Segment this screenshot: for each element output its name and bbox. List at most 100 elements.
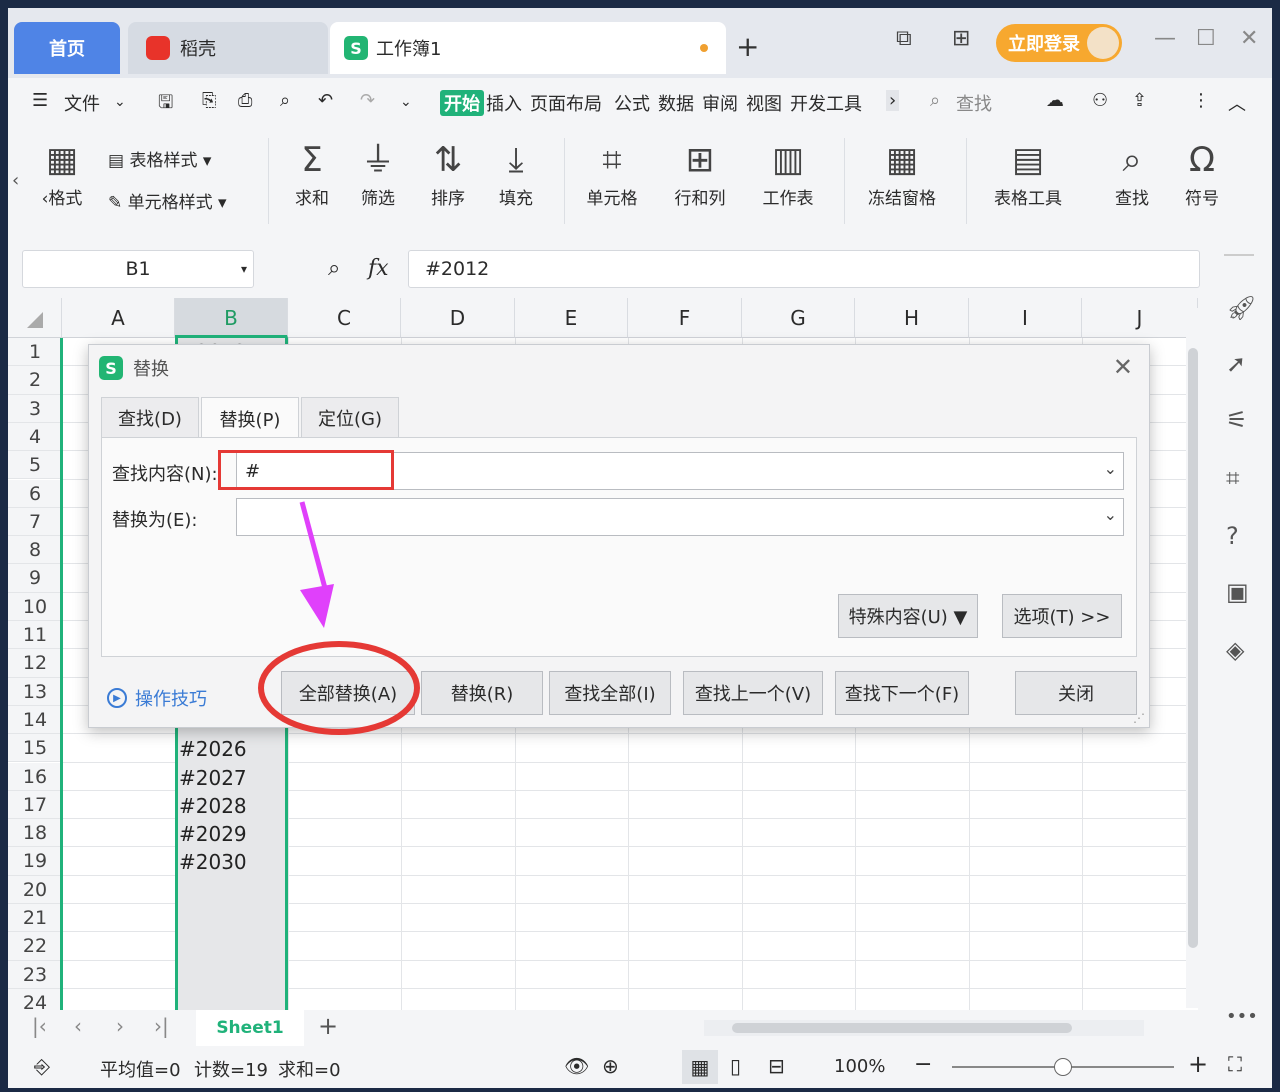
column-header[interactable]: F: [628, 298, 742, 338]
formula-input[interactable]: #2012: [408, 250, 1200, 288]
row-header[interactable]: 14: [8, 705, 62, 735]
export-icon[interactable]: ⎘: [202, 90, 216, 111]
symbol-button[interactable]: Ω 符号: [1172, 136, 1232, 209]
zoom-slider-thumb[interactable]: [1054, 1058, 1072, 1076]
name-box-dropdown-icon[interactable]: ▾: [241, 262, 247, 276]
column-header-selected[interactable]: B: [175, 298, 288, 338]
sheet-tab-active[interactable]: Sheet1: [196, 1010, 304, 1046]
select-all-corner[interactable]: [8, 298, 62, 338]
row-header[interactable]: 20: [8, 875, 62, 904]
vertical-scrollbar[interactable]: [1186, 308, 1200, 1008]
options-button[interactable]: 选项(T) >>: [1002, 594, 1122, 638]
undo-icon[interactable]: ↶: [318, 90, 333, 111]
compass-icon[interactable]: ◈: [1226, 636, 1244, 664]
chevron-down-icon[interactable]: ⌄: [1104, 505, 1117, 524]
menu-insert[interactable]: 插入: [486, 90, 522, 116]
cell-b-value[interactable]: #2027: [175, 765, 287, 793]
horizontal-scrollbar[interactable]: [704, 1020, 1144, 1036]
menu-start[interactable]: 开始: [440, 90, 484, 116]
row-header[interactable]: 6: [8, 479, 62, 508]
row-header[interactable]: 18: [8, 819, 62, 848]
column-header[interactable]: A: [62, 298, 175, 338]
chevron-down-icon[interactable]: ⌄: [1104, 459, 1117, 478]
column-header[interactable]: D: [401, 298, 515, 338]
cell-style-button[interactable]: ✎ 单元格样式 ▾: [108, 188, 227, 213]
horizontal-scroll-thumb[interactable]: [732, 1023, 1072, 1033]
column-header[interactable]: G: [742, 298, 855, 338]
cell-button[interactable]: ⌗ 单元格: [574, 136, 650, 209]
format-button[interactable]: ▦ ‹格式: [22, 136, 102, 209]
window-close-icon[interactable]: ✕: [1240, 26, 1258, 51]
rowcol-button[interactable]: ⊞ 行和列: [662, 136, 738, 209]
tab-home[interactable]: 首页: [14, 22, 120, 74]
row-header[interactable]: 23: [8, 960, 62, 989]
row-header[interactable]: 9: [8, 564, 62, 593]
column-header[interactable]: J: [1082, 298, 1198, 338]
freeze-button[interactable]: ▦ 冻结窗格: [854, 136, 950, 209]
share-icon[interactable]: ⇪: [1132, 90, 1147, 111]
find-next-button[interactable]: 查找下一个(F): [835, 671, 969, 715]
chevron-down-icon[interactable]: ⌄: [114, 94, 126, 110]
close-icon[interactable]: ✕: [1113, 353, 1133, 381]
print-preview-icon[interactable]: ⌕: [280, 90, 290, 111]
row-header[interactable]: 8: [8, 536, 62, 565]
fill-button[interactable]: ⤓ 填充: [486, 136, 546, 209]
minimize-icon[interactable]: —: [1154, 26, 1176, 51]
collapse-ribbon-icon[interactable]: ︿: [1228, 90, 1246, 116]
share-user-icon[interactable]: ⚇: [1092, 90, 1108, 111]
ribbon-scroll-left-icon[interactable]: ‹: [12, 170, 19, 191]
replace-all-button[interactable]: 全部替换(A): [281, 671, 415, 715]
row-header[interactable]: 15: [8, 734, 62, 763]
prev-sheet-icon[interactable]: ‹: [74, 1014, 82, 1038]
close-button[interactable]: 关闭: [1015, 671, 1137, 715]
row-header[interactable]: 11: [8, 621, 62, 650]
normal-view-icon[interactable]: ▦: [682, 1050, 718, 1084]
row-header[interactable]: 2: [8, 366, 62, 395]
name-box[interactable]: B1 ▾: [22, 250, 254, 288]
table-style-button[interactable]: ▤ 表格样式 ▾: [108, 146, 211, 171]
fx-icon[interactable]: fx: [368, 256, 389, 281]
zoom-out-icon[interactable]: −: [914, 1052, 932, 1077]
filter-button[interactable]: ⏚ 筛选: [348, 136, 408, 209]
find-all-button[interactable]: 查找全部(I): [549, 671, 671, 715]
tips-link[interactable]: ▶ 操作技巧: [107, 685, 207, 711]
more-dots-icon[interactable]: •••: [1226, 1006, 1258, 1027]
crop-icon[interactable]: ⌗: [1226, 464, 1240, 492]
last-sheet-icon[interactable]: ›|: [154, 1014, 169, 1038]
menu-formula[interactable]: 公式: [614, 90, 650, 116]
vertical-scroll-thumb[interactable]: [1188, 348, 1198, 948]
find-previous-button[interactable]: 查找上一个(V): [683, 671, 823, 715]
tab-find[interactable]: 查找(D): [101, 397, 199, 437]
tab-daoke[interactable]: 稻壳: [128, 22, 328, 74]
eye-protect-icon[interactable]: 👁︎: [564, 1054, 589, 1078]
replace-with-input[interactable]: ⌄: [236, 498, 1124, 536]
apps-grid-icon[interactable]: ⊞: [952, 26, 970, 51]
row-header[interactable]: 24: [8, 988, 62, 1010]
row-header[interactable]: 12: [8, 649, 62, 678]
row-header[interactable]: 10: [8, 592, 62, 621]
reading-mode-icon[interactable]: ⧉: [896, 26, 912, 51]
replace-button[interactable]: 替换(R): [421, 671, 543, 715]
menu-page-layout[interactable]: 页面布局: [530, 90, 602, 116]
login-button[interactable]: 立即登录: [996, 24, 1122, 62]
cell-b-value[interactable]: #2026: [175, 736, 287, 764]
column-header[interactable]: H: [855, 298, 969, 338]
image-edit-icon[interactable]: ▣: [1226, 578, 1249, 606]
row-header[interactable]: 19: [8, 847, 62, 876]
menu-review[interactable]: 审阅: [702, 90, 738, 116]
sum-button[interactable]: Σ 求和: [282, 136, 342, 209]
tab-replace[interactable]: 替换(P): [201, 397, 299, 439]
cell-b-value[interactable]: #2028: [175, 793, 287, 821]
row-header[interactable]: 5: [8, 451, 62, 480]
fullscreen-icon[interactable]: ⛶: [1228, 1052, 1242, 1076]
row-header[interactable]: 7: [8, 507, 62, 537]
resize-grip-icon[interactable]: ⋰: [1133, 711, 1145, 725]
cell-b-value[interactable]: #2030: [175, 849, 287, 877]
page-layout-view-icon[interactable]: ▯: [730, 1054, 741, 1078]
menu-more-icon[interactable]: ›: [886, 90, 900, 111]
row-header[interactable]: 21: [8, 904, 62, 933]
menu-data[interactable]: 数据: [658, 90, 694, 116]
row-header[interactable]: 17: [8, 790, 62, 820]
sort-button[interactable]: ⇅ 排序: [418, 136, 478, 209]
add-sheet-icon[interactable]: +: [318, 1012, 338, 1040]
